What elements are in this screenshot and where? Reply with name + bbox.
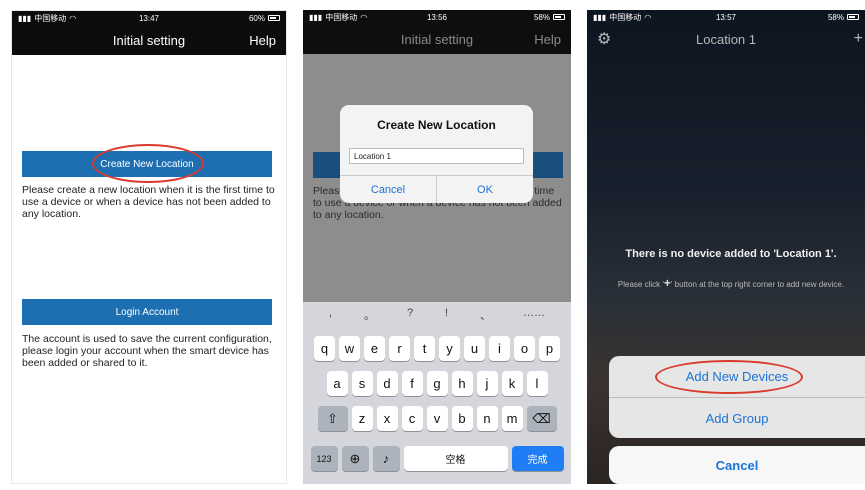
key[interactable]: j (476, 371, 498, 396)
number-key[interactable]: 123 (310, 446, 338, 471)
nav-bar: Initial setting Help (303, 24, 571, 54)
key[interactable]: o (514, 336, 535, 361)
cancel-button[interactable]: Cancel (340, 176, 436, 203)
key[interactable]: f (401, 371, 423, 396)
done-key[interactable]: 完成 (511, 446, 564, 471)
key[interactable]: s (351, 371, 373, 396)
keyboard-row-4: 123 ⊕ ♪ 空格 完成 (303, 446, 571, 471)
key[interactable]: u (464, 336, 485, 361)
key[interactable]: l (526, 371, 548, 396)
page-title: Location 1 (696, 31, 756, 47)
key[interactable]: b (451, 406, 473, 431)
dialog-buttons: Cancel OK (340, 175, 533, 203)
nav-bar: Initial setting Help (12, 25, 286, 55)
login-description: The account is used to save the current … (22, 333, 272, 369)
globe-icon[interactable]: ⊕ (341, 446, 369, 471)
key[interactable]: q (314, 336, 335, 361)
page-title: Initial setting (112, 32, 186, 48)
key[interactable]: t (414, 336, 435, 361)
key[interactable]: z (351, 406, 373, 431)
create-location-dialog: Create New Location Location 1 Cancel OK (340, 105, 533, 203)
symbol-key[interactable]: ? (407, 307, 413, 329)
keyboard-row-1: q w e r t y u i o p (303, 336, 571, 361)
key[interactable]: h (451, 371, 473, 396)
key[interactable]: w (339, 336, 360, 361)
hint-text-end: ' button at the top right corner to add … (670, 280, 845, 289)
key[interactable]: x (376, 406, 398, 431)
key[interactable]: p (539, 336, 560, 361)
keyboard-suggestions: , 。 ? ! 、 …… (303, 307, 571, 329)
key[interactable]: r (389, 336, 410, 361)
key[interactable]: n (476, 406, 498, 431)
space-key[interactable]: 空格 (403, 446, 508, 471)
backspace-key-icon[interactable]: ⌫ (526, 406, 557, 431)
symbol-key[interactable]: , (329, 307, 332, 329)
help-button[interactable]: Help (249, 33, 276, 48)
location-name-input[interactable]: Location 1 (349, 148, 524, 164)
key[interactable]: g (426, 371, 448, 396)
screen-initial-setting: ▮▮▮ 中国移动 ◠ 13:47 60% Initial setting Hel… (11, 10, 287, 484)
status-time: 13:56 (426, 12, 448, 22)
battery-icon (553, 14, 565, 20)
plus-icon: + (663, 276, 671, 290)
key[interactable]: e (364, 336, 385, 361)
highlight-circle (92, 144, 204, 183)
microphone-icon[interactable]: ♪ (372, 446, 400, 471)
key[interactable]: v (426, 406, 448, 431)
key[interactable]: i (489, 336, 510, 361)
key[interactable]: k (501, 371, 523, 396)
help-button[interactable]: Help (534, 32, 561, 47)
keyboard-row-2: a s d f g h j k l (303, 371, 571, 396)
ok-button[interactable]: OK (436, 176, 533, 203)
status-bar: ▮▮▮ 中国移动 ◠ 13:56 58% (303, 10, 571, 24)
key[interactable]: c (401, 406, 423, 431)
page-title: Initial setting (400, 31, 474, 47)
keyboard-row-3: ⇧ z x c v b n m ⌫ (303, 406, 571, 431)
empty-state-title: There is no device added to 'Location 1'… (625, 248, 837, 260)
key[interactable]: d (376, 371, 398, 396)
symbol-key[interactable]: ! (445, 307, 448, 329)
login-account-button[interactable]: Login Account (22, 299, 272, 325)
cancel-button[interactable]: Cancel (609, 446, 865, 484)
battery-icon (268, 15, 280, 21)
key[interactable]: y (439, 336, 460, 361)
dialog-title: Create New Location (377, 118, 496, 132)
settings-gear-icon[interactable]: ⚙ (597, 29, 611, 49)
key[interactable]: m (501, 406, 523, 431)
symbol-key[interactable]: …… (523, 307, 545, 329)
add-group-button[interactable]: Add Group (609, 397, 865, 438)
nav-bar: ⚙ Location 1 + (587, 24, 865, 54)
key[interactable]: a (326, 371, 348, 396)
symbol-key[interactable]: 、 (480, 307, 491, 329)
status-bar: ▮▮▮ 中国移动 ◠ 13:47 60% (12, 11, 286, 25)
add-plus-icon[interactable]: + (854, 30, 863, 48)
screen-create-location-dialog: ▮▮▮ 中国移动 ◠ 13:56 58% Initial setting Hel… (303, 10, 571, 484)
symbol-key[interactable]: 。 (364, 307, 375, 329)
battery-icon (847, 14, 859, 20)
hint-text-start: Please click ' (617, 280, 664, 289)
screen-location-empty: ▮▮▮ 中国移动 ◠ 13:57 58% ⚙ Location 1 + Ther… (587, 10, 865, 484)
status-bar: ▮▮▮ 中国移动 ◠ 13:57 58% (587, 10, 865, 24)
empty-state-hint: Please click '+' button at the top right… (601, 276, 861, 290)
highlight-circle (655, 360, 803, 394)
status-time: 13:47 (138, 13, 160, 23)
create-description: Please create a new location when it is … (22, 184, 275, 220)
status-time: 13:57 (715, 12, 737, 22)
shift-key-icon[interactable]: ⇧ (317, 406, 348, 431)
